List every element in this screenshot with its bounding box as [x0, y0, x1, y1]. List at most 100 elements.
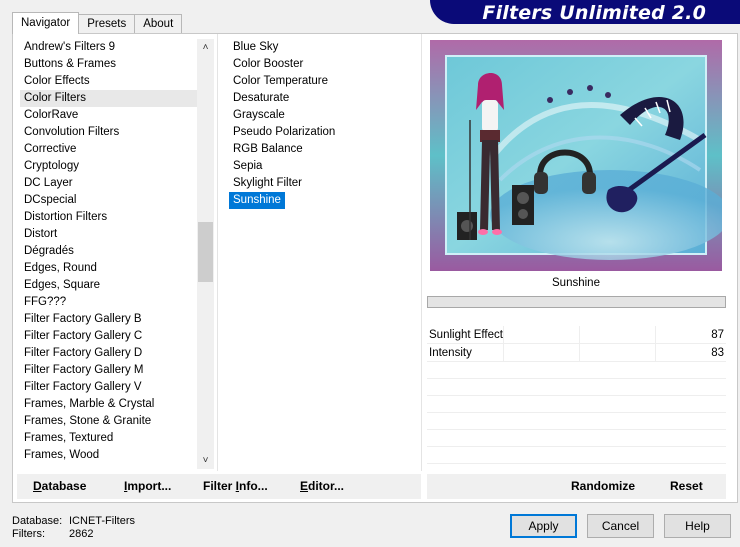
editor-button[interactable]: Editor... [300, 479, 344, 494]
category-list[interactable]: Andrew's Filters 9 Buttons & Frames Color … [20, 39, 205, 469]
filter-item[interactable]: Color Booster [229, 56, 303, 73]
filter-info-button[interactable]: Filter Info... [203, 479, 268, 494]
filter-row: Desaturate [229, 90, 409, 107]
category-item[interactable]: Andrew's Filters 9 [20, 39, 205, 56]
category-item[interactable]: Color Effects [20, 73, 205, 90]
category-item[interactable]: Filter Factory Gallery V [20, 379, 205, 396]
filter-list[interactable]: Blue Sky Color Booster Color Temperature De… [229, 39, 409, 209]
filter-item[interactable]: Desaturate [229, 90, 289, 107]
preview-filter-name: Sunshine [552, 277, 600, 289]
filter-row: Color Booster [229, 56, 409, 73]
category-item[interactable]: Filter Factory Gallery C [20, 328, 205, 345]
filters-count-value: 2862 [69, 528, 94, 540]
slider-tick [579, 326, 580, 343]
right-button-bar: Randomize Reset [427, 474, 726, 499]
parameter-row[interactable]: Sunlight Effect 87 [427, 326, 726, 344]
category-item[interactable]: Dégradés [20, 243, 205, 260]
filter-info-label: nfo... [239, 479, 268, 493]
filter-item[interactable]: RGB Balance [229, 141, 303, 158]
category-item[interactable]: Filter Factory Gallery B [20, 311, 205, 328]
filter-row: Pseudo Polarization [229, 124, 409, 141]
database-label: Database: [12, 515, 63, 527]
filter-row: Skylight Filter [229, 175, 409, 192]
divider [421, 34, 422, 471]
slider-tick [655, 344, 656, 361]
category-scrollbar[interactable]: ˄ ˅ [197, 39, 214, 469]
chevron-up-icon[interactable]: ˄ [197, 39, 214, 56]
parameter-row-empty [427, 379, 726, 396]
database-value: ICNET-Filters [69, 515, 135, 527]
database-accel: D [33, 479, 42, 493]
filter-row: Sunshine [229, 192, 409, 209]
parameter-list: Sunlight Effect 87 Intensity 83 [427, 326, 726, 464]
category-item[interactable]: FFG??? [20, 294, 205, 311]
divider [217, 34, 218, 471]
filter-item[interactable]: Sepia [229, 158, 262, 175]
slider-tick [655, 326, 656, 343]
filter-item[interactable]: Sunshine [229, 192, 285, 209]
database-info: Database: ICNET-Filters Filters: 2862 [12, 515, 135, 541]
editor-label: ditor... [308, 479, 345, 493]
navigator-panel: Andrew's Filters 9 Buttons & Frames Color … [12, 33, 738, 503]
app-title-banner: Filters Unlimited 2.0 [430, 0, 740, 24]
category-item[interactable]: ColorRave [20, 107, 205, 124]
filter-row: Sepia [229, 158, 409, 175]
left-button-bar: Database Import... Filter Info... Editor… [17, 474, 421, 499]
category-item[interactable]: DC Layer [20, 175, 205, 192]
tab-strip: Navigator Presets About [12, 12, 183, 34]
help-button[interactable]: Help [664, 514, 731, 538]
category-item[interactable]: Frames, Stone & Granite [20, 413, 205, 430]
reset-button[interactable]: Reset [670, 479, 703, 494]
category-item[interactable]: DCspecial [20, 192, 205, 209]
filter-item[interactable]: Skylight Filter [229, 175, 302, 192]
database-button[interactable]: Database [33, 479, 86, 494]
import-button[interactable]: Import... [124, 479, 171, 494]
filter-item[interactable]: Grayscale [229, 107, 285, 124]
parameter-value: 83 [711, 347, 724, 359]
filter-info-prefix: Filter [203, 479, 236, 493]
database-label: atabase [41, 479, 87, 493]
slider-tick [579, 344, 580, 361]
category-item[interactable]: Color Filters [20, 90, 205, 107]
chevron-down-icon[interactable]: ˅ [197, 452, 214, 469]
category-item[interactable]: Convolution Filters [20, 124, 205, 141]
parameter-value: 87 [711, 329, 724, 341]
category-item[interactable]: Buttons & Frames [20, 56, 205, 73]
parameter-row-empty [427, 447, 726, 464]
apply-button[interactable]: Apply [510, 514, 577, 538]
slider-tick [503, 326, 504, 343]
category-item[interactable]: Distortion Filters [20, 209, 205, 226]
category-item[interactable]: Cryptology [20, 158, 205, 175]
tab-navigator[interactable]: Navigator [12, 12, 80, 34]
category-item[interactable]: Filter Factory Gallery D [20, 345, 205, 362]
parameter-row-empty [427, 430, 726, 447]
scrollbar-thumb[interactable] [198, 222, 213, 282]
parameter-row-empty [427, 413, 726, 430]
filter-row: Blue Sky [229, 39, 409, 56]
import-label: mport... [127, 479, 172, 493]
filter-item[interactable]: Pseudo Polarization [229, 124, 335, 141]
filter-item[interactable]: Blue Sky [229, 39, 278, 56]
category-item[interactable]: Frames, Marble & Crystal [20, 396, 205, 413]
filter-row: Grayscale [229, 107, 409, 124]
cancel-button[interactable]: Cancel [587, 514, 654, 538]
preview-artwork [430, 40, 722, 271]
filter-item[interactable]: Color Temperature [229, 73, 328, 90]
category-item[interactable]: Edges, Round [20, 260, 205, 277]
progress-bar [427, 296, 726, 308]
category-item[interactable]: Filter Factory Gallery M [20, 362, 205, 379]
parameter-row[interactable]: Intensity 83 [427, 344, 726, 362]
tab-about[interactable]: About [134, 14, 183, 34]
filter-row: RGB Balance [229, 141, 409, 158]
category-item[interactable]: Frames, Wood [20, 447, 205, 464]
tab-presets[interactable]: Presets [78, 14, 136, 34]
category-item[interactable]: Distort [20, 226, 205, 243]
filters-count-label: Filters: [12, 528, 45, 540]
randomize-button[interactable]: Randomize [571, 479, 635, 494]
category-item[interactable]: Frames, Textured [20, 430, 205, 447]
editor-accel: E [300, 479, 309, 493]
parameter-row-empty [427, 362, 726, 379]
filter-row: Color Temperature [229, 73, 409, 90]
category-item[interactable]: Corrective [20, 141, 205, 158]
category-item[interactable]: Edges, Square [20, 277, 205, 294]
